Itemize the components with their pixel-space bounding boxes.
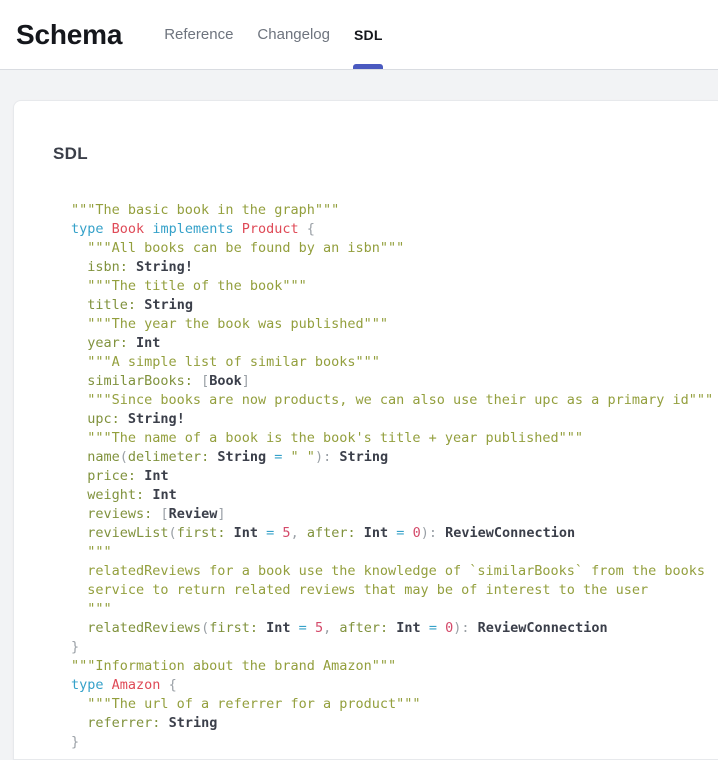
code-line: """ — [71, 600, 718, 619]
code-line: """All books can be found by an isbn""" — [71, 239, 718, 258]
sdl-card: SDL """The basic book in the graph"""typ… — [13, 100, 718, 760]
code-line: """The basic book in the graph""" — [71, 201, 718, 220]
tab-sdl-label: SDL — [354, 27, 383, 43]
code-line: weight: Int — [71, 486, 718, 505]
code-line: isbn: String! — [71, 258, 718, 277]
sdl-heading: SDL — [53, 144, 718, 164]
code-line: name(delimeter: String = " "): String — [71, 448, 718, 467]
code-line: relatedReviews for a book use the knowle… — [71, 562, 718, 581]
code-line: reviews: [Review] — [71, 505, 718, 524]
sdl-code-block: """The basic book in the graph"""type Bo… — [71, 201, 718, 752]
code-line: """The url of a referrer for a product""… — [71, 695, 718, 714]
code-line: service to return related reviews that m… — [71, 581, 718, 600]
tab-changelog-label: Changelog — [257, 26, 330, 43]
code-line: } — [71, 733, 718, 752]
tab-reference-label: Reference — [164, 26, 233, 43]
page-header: Schema Reference Changelog SDL — [0, 0, 718, 70]
code-line: } — [71, 638, 718, 657]
tab-changelog[interactable]: Changelog — [245, 0, 342, 69]
code-line: """Since books are now products, we can … — [71, 391, 718, 410]
tab-reference[interactable]: Reference — [152, 0, 245, 69]
code-line: relatedReviews(first: Int = 5, after: In… — [71, 619, 718, 638]
code-line: year: Int — [71, 334, 718, 353]
code-line: type Amazon { — [71, 676, 718, 695]
active-tab-indicator — [353, 64, 383, 69]
page-title: Schema — [16, 19, 122, 51]
code-line: """ — [71, 543, 718, 562]
code-line: """The title of the book""" — [71, 277, 718, 296]
code-line: referrer: String — [71, 714, 718, 733]
code-line: reviewList(first: Int = 5, after: Int = … — [71, 524, 718, 543]
code-line: title: String — [71, 296, 718, 315]
tab-bar: Reference Changelog SDL — [152, 0, 394, 69]
code-line: """The name of a book is the book's titl… — [71, 429, 718, 448]
code-line: """The year the book was published""" — [71, 315, 718, 334]
code-line: """Information about the brand Amazon""" — [71, 657, 718, 676]
tab-sdl[interactable]: SDL — [342, 0, 395, 69]
code-line: similarBooks: [Book] — [71, 372, 718, 391]
code-line: upc: String! — [71, 410, 718, 429]
code-line: type Book implements Product { — [71, 220, 718, 239]
code-line: """A simple list of similar books""" — [71, 353, 718, 372]
code-line: price: Int — [71, 467, 718, 486]
